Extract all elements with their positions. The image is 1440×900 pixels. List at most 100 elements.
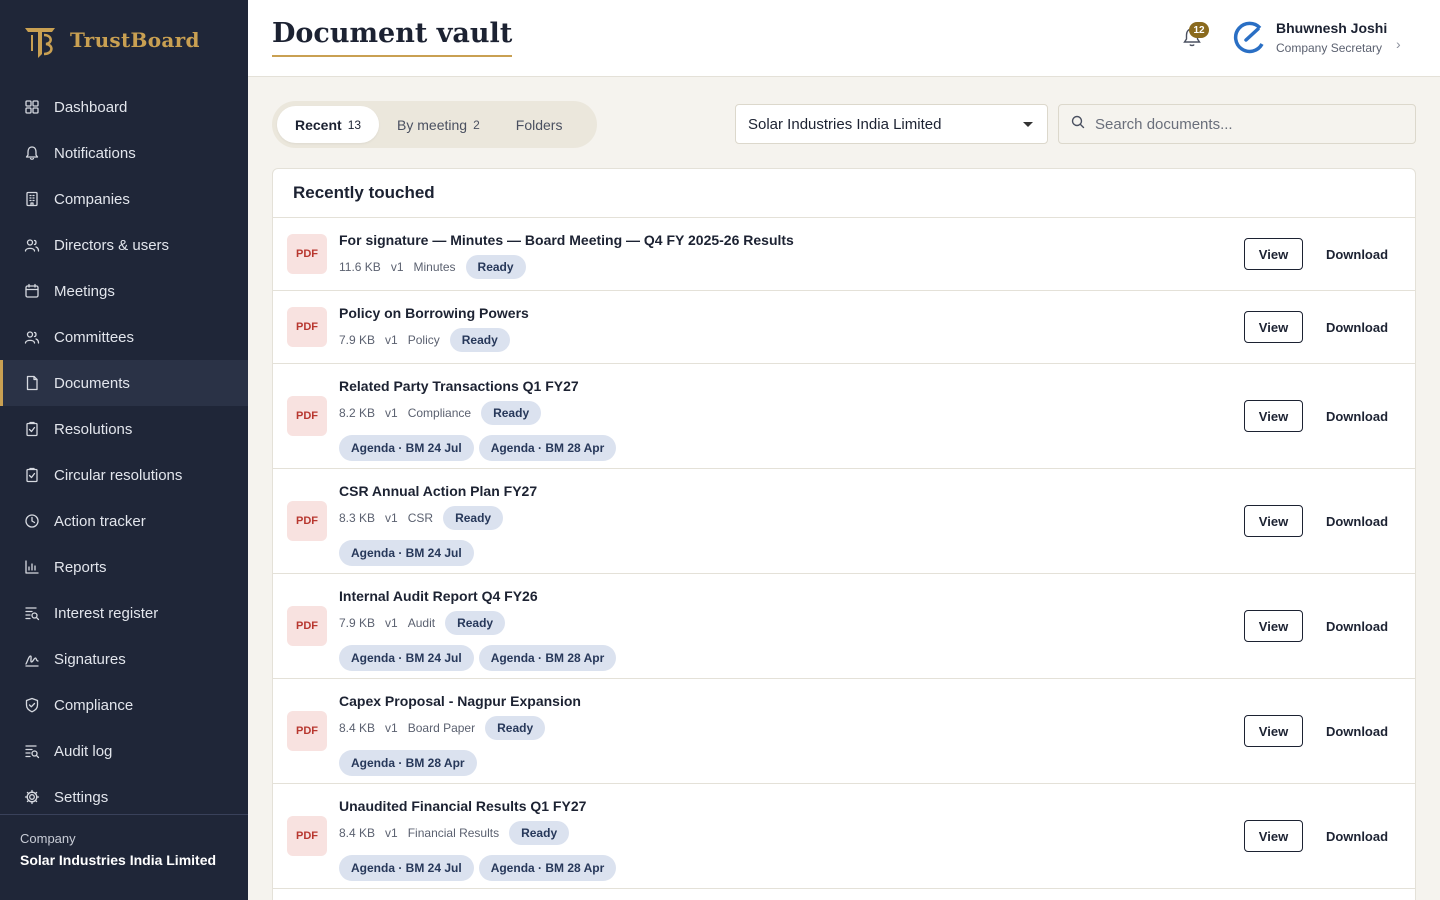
pdf-file-icon: PDF <box>287 396 327 436</box>
grid-icon <box>24 99 40 115</box>
category: Minutes <box>413 260 456 274</box>
document-row: PDF Internal Audit Report Q4 FY26 7.9 KB v1… <box>273 574 1415 679</box>
file-size: 8.3 KB <box>339 511 376 525</box>
sidebar-item-signatures[interactable]: Signatures <box>0 636 248 682</box>
tab-count: 2 <box>473 117 480 132</box>
company-select-value: Solar Industries India Limited <box>748 115 942 133</box>
sidebar-item-label: Circular resolutions <box>54 466 183 484</box>
sidebar-item-circular-resolutions[interactable]: Circular resolutions <box>0 452 248 498</box>
meeting-tag[interactable]: Agenda · BM 24 Jul <box>339 540 474 566</box>
sidebar-item-label: Directors & users <box>54 236 170 254</box>
file-size: 7.9 KB <box>339 616 376 630</box>
view-button[interactable]: View <box>1244 505 1303 537</box>
sidebar-item-label: Documents <box>54 374 130 392</box>
document-title[interactable]: Policy on Borrowing Powers <box>339 305 529 321</box>
sidebar-item-compliance[interactable]: Compliance <box>0 682 248 728</box>
document-row: PDF Unaudited Financial Results Q1 FY27 8.… <box>273 784 1415 889</box>
document-row: PDF Policy on Borrowing Powers 7.9 KB v1 Pol… <box>273 291 1415 364</box>
status-badge: Ready <box>445 611 506 635</box>
brand[interactable]: TrustBoard <box>0 0 248 80</box>
sidebar-item-label: Settings <box>54 788 109 806</box>
sidebar-item-audit-log[interactable]: Audit log <box>0 728 248 774</box>
caret-down-icon <box>1023 122 1033 127</box>
tab-label: By meeting <box>397 116 468 133</box>
search-icon <box>1071 115 1085 134</box>
document-title[interactable]: Internal Audit Report Q4 FY26 <box>339 588 538 604</box>
sidebar-item-directors-and-users[interactable]: Directors & users <box>0 222 248 268</box>
view-button[interactable]: View <box>1244 400 1303 432</box>
version: v1 <box>390 260 404 274</box>
panel-title: Recently touched <box>273 169 1415 218</box>
sidebar-item-label: Notifications <box>54 144 136 162</box>
sidebar-item-notifications[interactable]: Notifications <box>0 130 248 176</box>
tab-count: 13 <box>347 117 362 132</box>
document-row: PDF For signature — Minutes — Board Meeti… <box>273 218 1415 291</box>
shield-check-icon <box>24 697 40 713</box>
download-button[interactable]: Download <box>1323 715 1391 747</box>
tab-folders[interactable]: Folders <box>498 106 581 143</box>
sidebar-item-meetings[interactable]: Meetings <box>0 268 248 314</box>
document-title[interactable]: For signature — Minutes — Board Meeting … <box>339 232 794 248</box>
tab-recent[interactable]: Recent 13 <box>277 106 380 143</box>
document-title[interactable]: Related Party Transactions Q1 FY27 <box>339 378 579 394</box>
document-meta: 7.9 KB v1 Policy Ready <box>339 328 510 352</box>
meeting-tag[interactable]: Agenda · BM 28 Apr <box>478 645 617 671</box>
download-button[interactable]: Download <box>1323 400 1391 432</box>
sidebar-item-label: Interest register <box>54 604 159 622</box>
search-box[interactable] <box>1058 104 1416 144</box>
avatar[interactable] <box>1232 20 1266 54</box>
status-badge: Ready <box>443 506 504 530</box>
version: v1 <box>385 826 398 840</box>
version: v1 <box>385 511 398 525</box>
meeting-tag[interactable]: Agenda · BM 24 Jul <box>339 855 474 881</box>
sidebar-item-resolutions[interactable]: Resolutions <box>0 406 248 452</box>
meeting-tag[interactable]: Agenda · BM 28 Apr <box>339 750 477 776</box>
version: v1 <box>385 721 398 735</box>
view-button[interactable]: View <box>1244 238 1303 270</box>
sidebar-item-dashboard[interactable]: Dashboard <box>0 84 248 130</box>
document-title[interactable]: Unaudited Financial Results Q1 FY27 <box>339 798 586 814</box>
sidebar-item-documents[interactable]: Documents <box>0 360 248 406</box>
meeting-tag[interactable]: Agenda · BM 28 Apr <box>478 855 617 881</box>
sidebar-item-interest-register[interactable]: Interest register <box>0 590 248 636</box>
meeting-tag[interactable]: Agenda · BM 24 Jul <box>339 645 474 671</box>
pdf-file-icon: PDF <box>287 501 327 541</box>
document-meta: 8.4 KB v1 Board Paper Ready <box>339 716 546 740</box>
view-button[interactable]: View <box>1244 820 1303 852</box>
sidebar-item-committees[interactable]: Committees <box>0 314 248 360</box>
company-select[interactable]: Solar Industries India Limited <box>735 104 1048 144</box>
sidebar-item-label: Signatures <box>54 650 126 668</box>
sidebar-item-companies[interactable]: Companies <box>0 176 248 222</box>
document-meta: 8.3 KB v1 CSR Ready <box>339 506 504 530</box>
document-title[interactable]: Capex Proposal - Nagpur Expansion <box>339 693 581 709</box>
download-button[interactable]: Download <box>1323 820 1391 852</box>
view-button[interactable]: View <box>1244 311 1303 343</box>
meeting-tag[interactable]: Agenda · BM 28 Apr <box>478 435 617 461</box>
tab-label: Recent <box>295 116 342 133</box>
search-input[interactable] <box>1095 115 1395 133</box>
view-button[interactable]: View <box>1244 715 1303 747</box>
download-button[interactable]: Download <box>1323 505 1391 537</box>
view-button[interactable]: View <box>1244 610 1303 642</box>
chevron-right-icon[interactable]: › <box>1396 36 1401 52</box>
document-title[interactable]: CSR Annual Action Plan FY27 <box>339 483 537 499</box>
list-search-icon <box>24 605 40 621</box>
user-name[interactable]: Bhuwnesh Joshi <box>1276 20 1387 36</box>
pdf-file-icon: PDF <box>287 816 327 856</box>
user-role: Company Secretary <box>1276 41 1383 55</box>
sidebar-item-action-tracker[interactable]: Action tracker <box>0 498 248 544</box>
tab-by-meeting[interactable]: By meeting 2 <box>379 106 498 143</box>
sidebar-item-reports[interactable]: Reports <box>0 544 248 590</box>
sidebar-nav: Dashboard Notifications Companies Directors… <box>0 84 248 820</box>
brand-name: TrustBoard <box>70 28 200 52</box>
pdf-file-icon: PDF <box>287 307 327 347</box>
file-size: 7.9 KB <box>339 333 376 347</box>
pdf-file-icon: PDF <box>287 606 327 646</box>
download-button[interactable]: Download <box>1323 311 1391 343</box>
gear-icon <box>24 789 40 805</box>
download-button[interactable]: Download <box>1323 610 1391 642</box>
download-button[interactable]: Download <box>1323 238 1391 270</box>
file-size: 8.2 KB <box>339 406 376 420</box>
meeting-tag[interactable]: Agenda · BM 24 Jul <box>339 435 474 461</box>
version: v1 <box>385 616 398 630</box>
